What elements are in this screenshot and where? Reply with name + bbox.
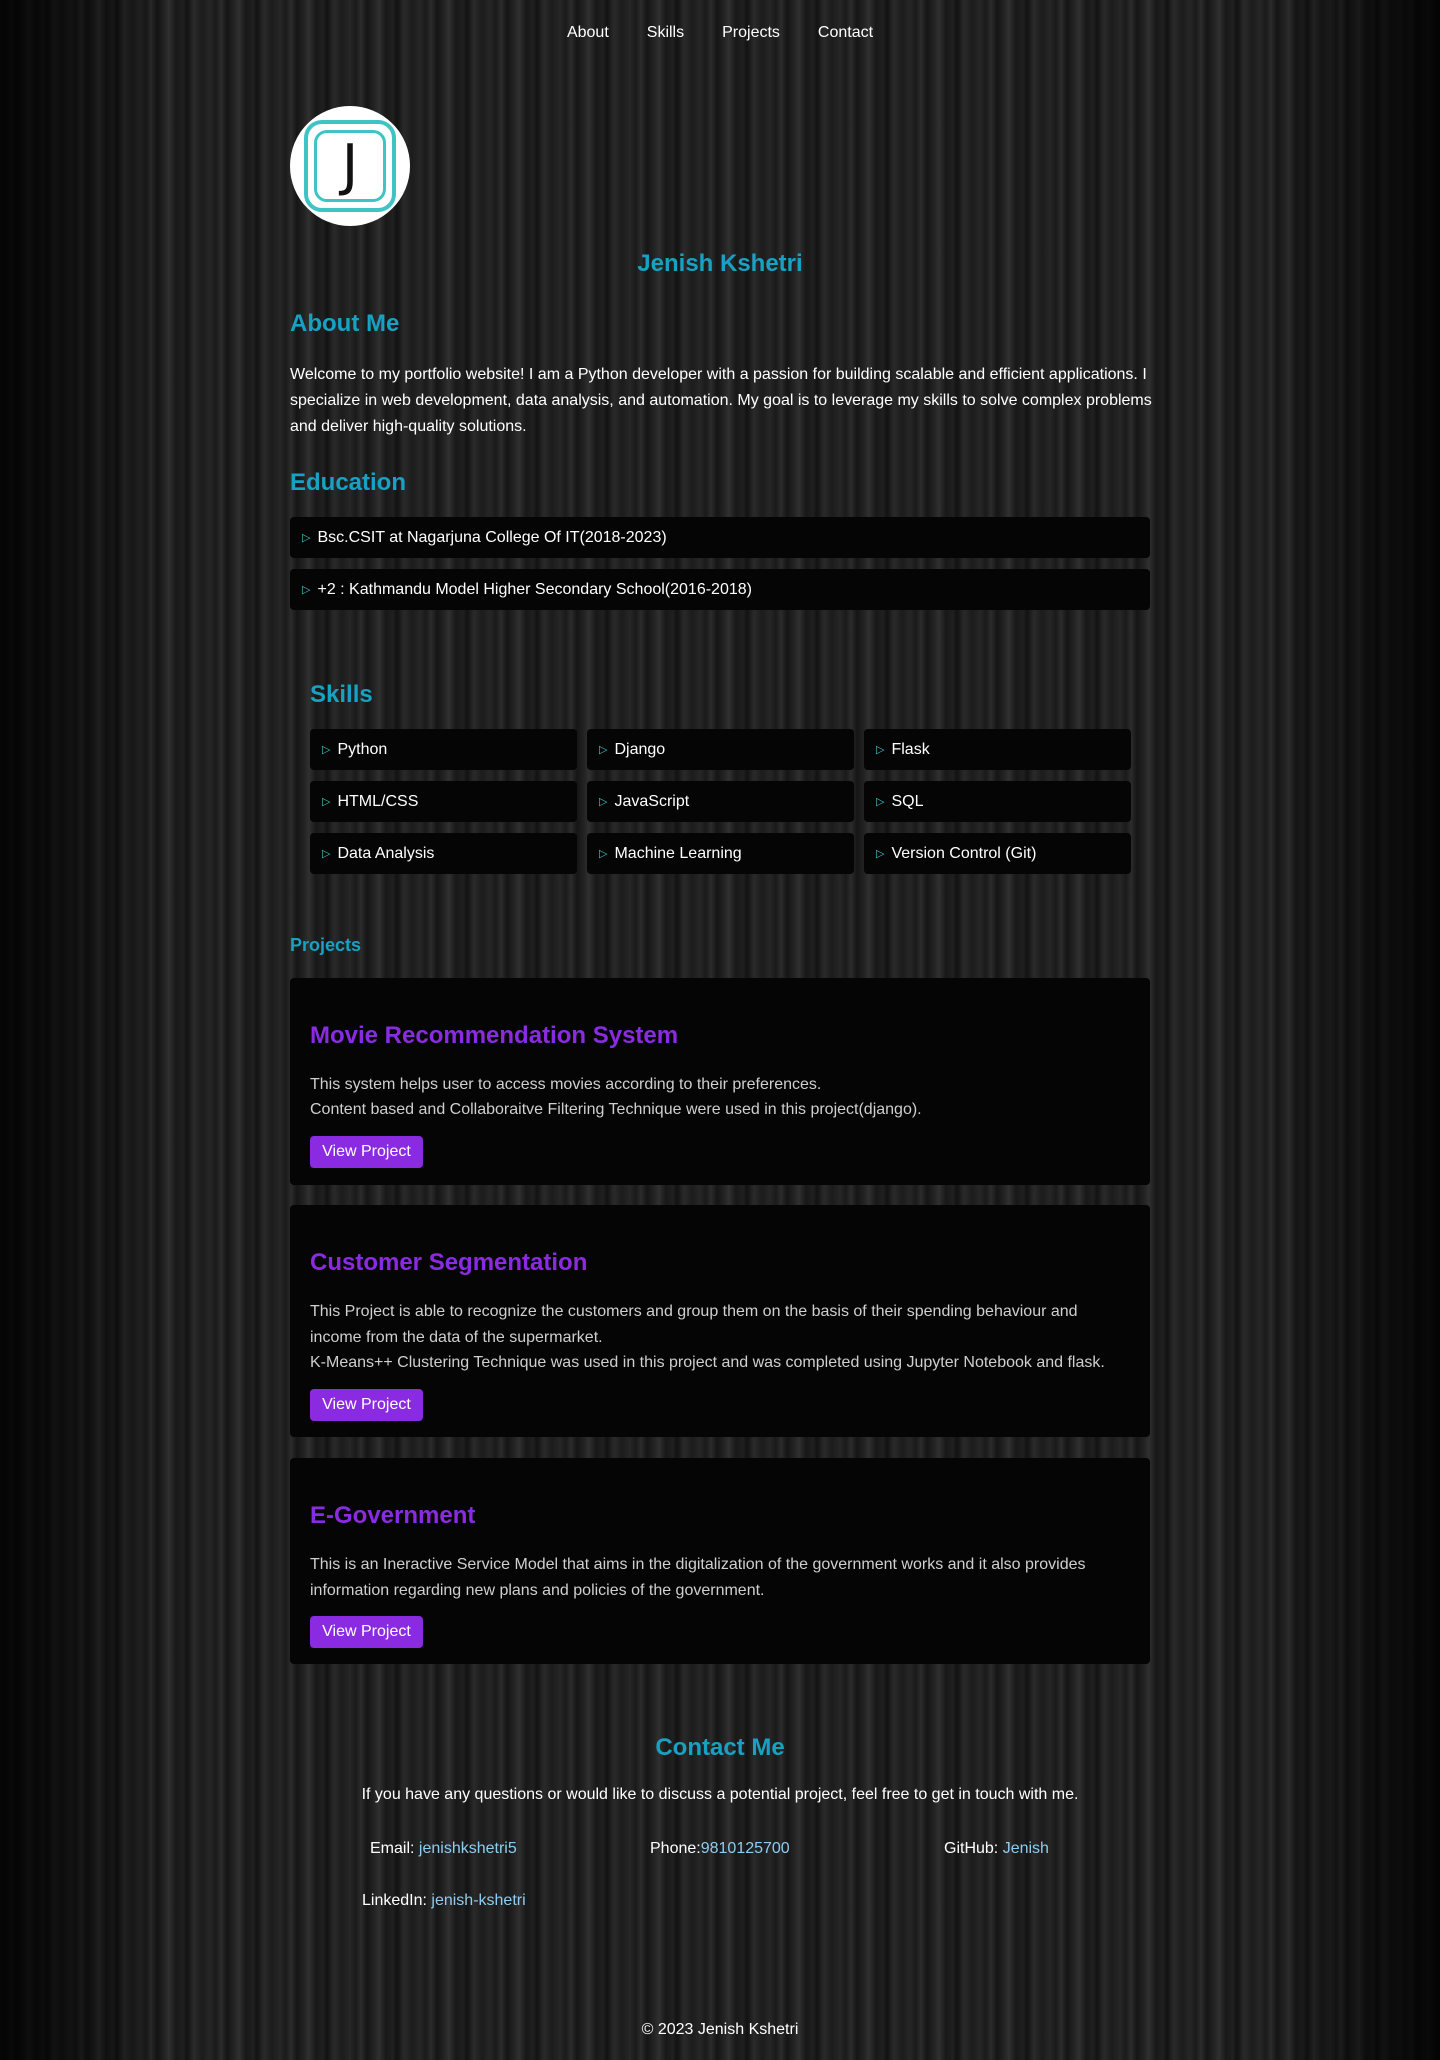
project-title: Customer Segmentation	[310, 1249, 588, 1276]
linkedin-link[interactable]: jenish-kshetri	[431, 1892, 525, 1909]
projects-title: Projects	[290, 935, 362, 955]
triangle-bullet-icon: ▷	[599, 744, 608, 756]
triangle-bullet-icon: ▷	[302, 532, 311, 544]
education-title: Education	[290, 469, 407, 496]
triangle-bullet-icon: ▷	[599, 848, 608, 860]
triangle-bullet-icon: ▷	[322, 796, 331, 808]
education-item-label: Bsc.CSIT at Nagarjuna College Of IT(2018…	[317, 528, 667, 546]
triangle-bullet-icon: ▷	[302, 584, 311, 596]
skill-label: Django	[614, 740, 666, 758]
github-link[interactable]: Jenish	[1003, 1840, 1049, 1857]
logo-icon: J	[304, 120, 396, 212]
skill-label: Python	[337, 740, 388, 758]
nav-link-about[interactable]: About	[567, 22, 609, 44]
skill-item: ▷ Django	[587, 729, 854, 770]
skill-item: ▷ HTML/CSS	[310, 781, 577, 822]
education-item-label: +2 : Kathmandu Model Higher Secondary Sc…	[317, 580, 752, 598]
avatar: J	[290, 106, 410, 226]
project-description: This Project is able to recognize the cu…	[310, 1303, 1078, 1346]
view-project-button[interactable]: View Project	[310, 1616, 423, 1648]
contact-email: Email: jenishkshetri5	[370, 1839, 517, 1859]
skill-label: Data Analysis	[337, 844, 435, 862]
skill-item: ▷ Data Analysis	[310, 833, 577, 874]
view-project-button[interactable]: View Project	[310, 1136, 423, 1168]
nav-link-contact[interactable]: Contact	[818, 22, 873, 44]
triangle-bullet-icon: ▷	[599, 796, 608, 808]
contact-intro: If you have any questions or would like …	[361, 1786, 1079, 1803]
skill-label: SQL	[891, 792, 924, 810]
about-title: About Me	[290, 310, 400, 337]
triangle-bullet-icon: ▷	[876, 744, 885, 756]
github-label: GitHub:	[944, 1840, 1003, 1857]
project-title: E-Government	[310, 1502, 476, 1529]
education-item: ▷ +2 : Kathmandu Model Higher Secondary …	[290, 569, 1150, 610]
phone-label: Phone:	[650, 1840, 701, 1857]
project-description: K-Means++ Clustering Technique was used …	[310, 1354, 1105, 1371]
contact-github: GitHub: Jenish	[944, 1839, 1049, 1859]
skill-label: JavaScript	[614, 792, 690, 810]
nav-link-skills[interactable]: Skills	[647, 22, 684, 44]
skills-title: Skills	[310, 681, 373, 708]
skill-item: ▷ Machine Learning	[587, 833, 854, 874]
project-title: Movie Recommendation System	[310, 1022, 679, 1049]
triangle-bullet-icon: ▷	[322, 744, 331, 756]
skill-label: HTML/CSS	[337, 792, 419, 810]
triangle-bullet-icon: ▷	[876, 848, 885, 860]
project-description: This system helps user to access movies …	[310, 1076, 822, 1093]
contact-title: Contact Me	[655, 1734, 785, 1761]
skill-item: ▷ SQL	[864, 781, 1131, 822]
skill-item: ▷ Flask	[864, 729, 1131, 770]
skill-item: ▷ Python	[310, 729, 577, 770]
view-project-button[interactable]: View Project	[310, 1389, 423, 1421]
email-label: Email:	[370, 1840, 419, 1857]
avatar-letter: J	[341, 133, 359, 198]
skill-label: Machine Learning	[614, 844, 742, 862]
footer-copyright: © 2023 Jenish Kshetri	[641, 2021, 799, 2038]
skills-grid: ▷ Python ▷ Django ▷ Flask ▷ HTML/CSS ▷ JavaSc…	[310, 729, 1131, 874]
project-description: This is an Ineractive Service Model that…	[310, 1556, 1086, 1599]
email-link[interactable]: jenishkshetri5	[419, 1840, 517, 1857]
project-card: Movie Recommendation System This system …	[290, 978, 1150, 1185]
about-text: Welcome to my portfolio website! I am a …	[290, 366, 1152, 435]
project-description: Content based and Collaboraitve Filterin…	[310, 1101, 922, 1118]
skill-item: ▷ Version Control (Git)	[864, 833, 1131, 874]
contact-phone: Phone:9810125700	[650, 1839, 790, 1859]
linkedin-label: LinkedIn:	[362, 1892, 432, 1909]
phone-link[interactable]: 9810125700	[701, 1840, 790, 1857]
skill-label: Version Control (Git)	[891, 844, 1037, 862]
project-card: E-Government This is an Ineractive Servi…	[290, 1458, 1150, 1664]
triangle-bullet-icon: ▷	[876, 796, 885, 808]
triangle-bullet-icon: ▷	[322, 848, 331, 860]
education-item: ▷ Bsc.CSIT at Nagarjuna College Of IT(20…	[290, 517, 1150, 558]
skill-item: ▷ JavaScript	[587, 781, 854, 822]
skill-label: Flask	[891, 740, 930, 758]
profile-name: Jenish Kshetri	[637, 250, 803, 277]
contact-linkedin: LinkedIn: jenish-kshetri	[362, 1891, 526, 1911]
top-nav: About Skills Projects Contact	[0, 22, 1440, 44]
project-card: Customer Segmentation This Project is ab…	[290, 1205, 1150, 1437]
nav-link-projects[interactable]: Projects	[722, 22, 780, 44]
